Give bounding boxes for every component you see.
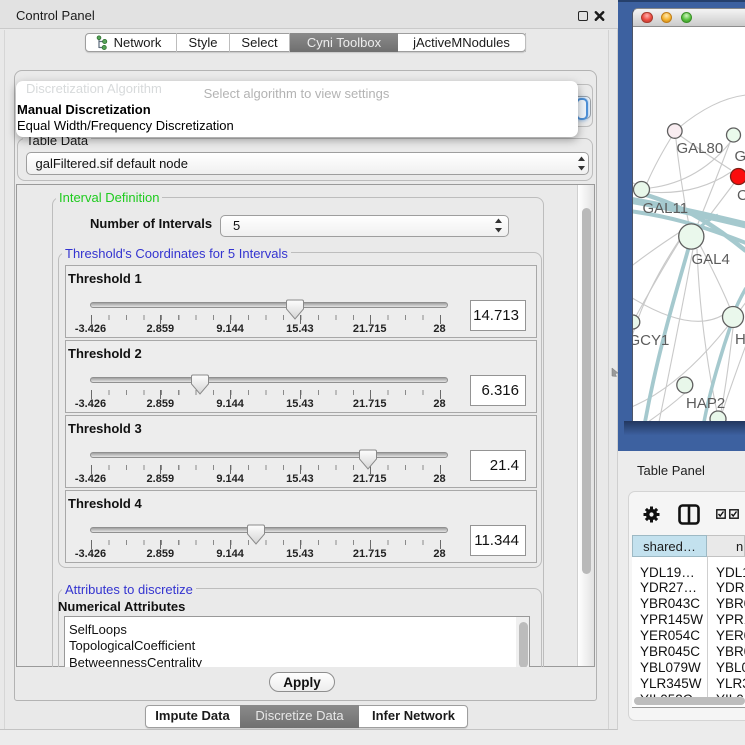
svg-text:C: C [737,187,745,204]
svg-text:GCY1: GCY1 [633,332,669,349]
svg-text:GAL4: GAL4 [692,251,730,268]
svg-text:GAL80: GAL80 [677,140,724,157]
svg-text:GA: GA [735,148,745,165]
svg-text:GAL11: GAL11 [643,200,689,217]
svg-text:HAP2: HAP2 [686,395,725,412]
svg-text:H: H [735,331,745,348]
